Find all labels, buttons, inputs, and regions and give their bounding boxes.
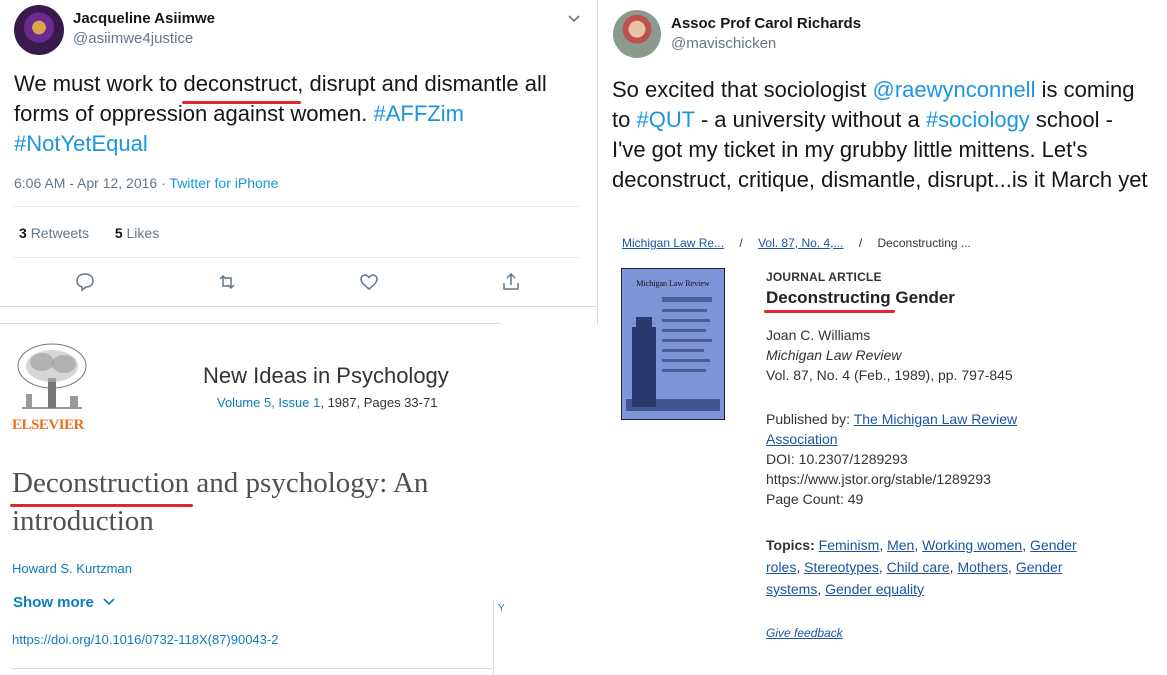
journal-volume-row: Volume 5, Issue 1, 1987, Pages 33-71 — [217, 395, 438, 410]
breadcrumb: Michigan Law Re... / Vol. 87, No. 4,... … — [622, 236, 971, 250]
breadcrumb-current: Deconstructing ... — [877, 236, 971, 250]
chevron-down-icon[interactable] — [566, 10, 582, 26]
hashtag-notyetequal[interactable]: #NotYetEqual — [14, 131, 148, 156]
highlight-deconstruction: Deconstruction — [9, 464, 194, 507]
divider — [0, 306, 597, 307]
article-author[interactable]: Howard S. Kurtzman — [12, 561, 132, 576]
journal-cover[interactable]: Michigan Law Review — [621, 268, 725, 420]
tweet1-timestamp-row: 6:06 AM - Apr 12, 2016 · Twitter for iPh… — [14, 175, 279, 191]
jstor-journal: Michigan Law Review — [766, 347, 902, 363]
tweet1-author-handle[interactable]: @asiimwe4justice — [73, 30, 193, 47]
tweet1-author-name[interactable]: Jacqueline Asiimwe — [73, 10, 215, 27]
article-type-label: JOURNAL ARTICLE — [766, 270, 882, 284]
edge-glyph: Y — [498, 603, 505, 614]
tweet1-stats: 3 Retweets 5 Likes — [19, 225, 159, 241]
highlight-deconstruct: deconstruct, — [612, 165, 732, 195]
hashtag-affzim[interactable]: #AFFZim — [374, 101, 464, 126]
divider — [12, 668, 492, 669]
highlight-deconstruct: deconstruct — [181, 69, 301, 104]
jstor-page-count: Page Count: 49 — [766, 491, 864, 507]
jstor-stable-url[interactable]: https://www.jstor.org/stable/1289293 — [766, 469, 991, 489]
avatar-carol[interactable] — [613, 10, 661, 58]
publisher-link[interactable]: The Michigan Law Review — [854, 411, 1017, 427]
share-icon[interactable] — [500, 271, 522, 293]
jstor-doi: DOI: 10.2307/1289293 — [766, 451, 908, 467]
avatar-jacqueline[interactable] — [14, 5, 64, 55]
elsevier-wordmark: ELSEVIER — [12, 417, 84, 433]
topic-link[interactable]: Child care — [887, 559, 950, 575]
hashtag-sociology[interactable]: #sociology — [926, 107, 1030, 132]
breadcrumb-volume[interactable]: Vol. 87, No. 4,... — [758, 236, 843, 250]
breadcrumb-journal[interactable]: Michigan Law Re... — [622, 236, 724, 250]
topic-link[interactable]: Feminism — [819, 537, 880, 553]
tweet1-source[interactable]: Twitter for iPhone — [169, 175, 278, 191]
elsevier-logo[interactable]: ELSEVIER — [12, 340, 92, 433]
doi-link[interactable]: https://doi.org/10.1016/0732-118X(87)900… — [12, 632, 278, 647]
panel-edge — [493, 600, 494, 675]
topic-link[interactable]: Stereotypes — [804, 559, 879, 575]
topic-link[interactable]: Working women — [922, 537, 1022, 553]
tweet2-author-handle[interactable]: @mavischicken — [671, 35, 776, 52]
divider — [13, 257, 582, 258]
reply-icon[interactable] — [74, 271, 96, 293]
tweet1-text: We must work to deconstruct, disrupt and… — [14, 69, 547, 156]
volume-issue-link[interactable]: Volume 5, Issue 1 — [217, 395, 320, 410]
jstor-author: Joan C. Williams — [766, 327, 871, 343]
show-more-button[interactable]: Show more — [13, 594, 116, 611]
chevron-down-icon — [103, 598, 115, 606]
journal-title[interactable]: New Ideas in Psychology — [203, 363, 449, 389]
highlight-deconstructing: Deconstructing — [764, 288, 895, 313]
article-title: Deconstruction and psychology: An introd… — [9, 464, 428, 540]
panel-divider — [597, 0, 598, 325]
likes-stat[interactable]: 5 Likes — [115, 225, 159, 241]
divider — [0, 323, 500, 324]
jstor-topics: Topics: Feminism, Men, Working women, Ge… — [766, 537, 1077, 597]
retweet-icon[interactable] — [216, 271, 238, 293]
jstor-volume: Vol. 87, No. 4 (Feb., 1989), pp. 797-845 — [766, 367, 1013, 383]
mention-raewynconnell[interactable]: @raewynconnell — [872, 77, 1035, 102]
hashtag-qut[interactable]: #QUT — [636, 107, 694, 132]
retweets-stat[interactable]: 3 Retweets — [19, 225, 89, 241]
give-feedback-link[interactable]: Give feedback — [766, 626, 843, 640]
topic-link[interactable]: Gender equality — [825, 581, 924, 597]
divider — [13, 206, 582, 207]
jstor-article-title: Deconstructing Gender — [764, 288, 955, 313]
publisher-link-cont[interactable]: Association — [766, 431, 838, 447]
tweet2-text: So excited that sociologist @raewynconne… — [612, 75, 1167, 195]
topic-link[interactable]: Men — [887, 537, 914, 553]
tweet1-timestamp[interactable]: 6:06 AM - Apr 12, 2016 — [14, 175, 157, 191]
jstor-published-by: Published by: The Michigan Law Review As… — [766, 411, 1018, 447]
tweet2-author-name[interactable]: Assoc Prof Carol Richards — [671, 15, 861, 32]
topic-link[interactable]: Mothers — [957, 559, 1008, 575]
like-heart-icon[interactable] — [358, 271, 380, 293]
